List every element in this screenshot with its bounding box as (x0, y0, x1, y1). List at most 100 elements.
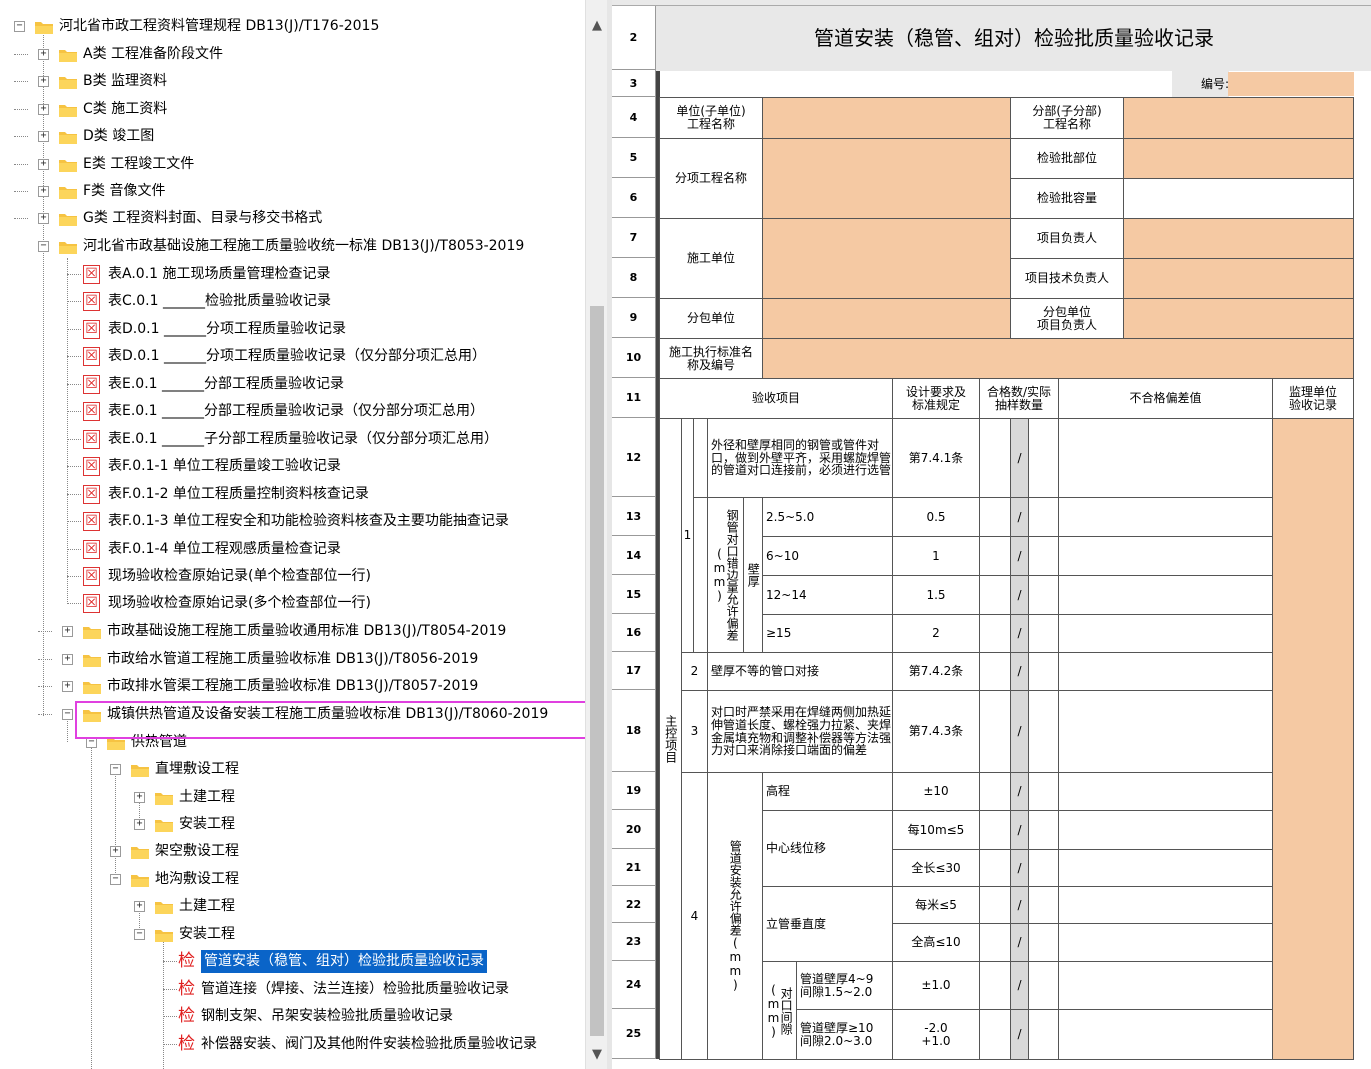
label-joint-gap[interactable]: 对口间隙(mm) (762, 961, 797, 1060)
label-exec-standard[interactable]: 施工执行标准名 称及编号 (659, 338, 763, 379)
gap-spec[interactable]: 管道壁厚≥10 间隙2.0~3.0 (796, 1009, 893, 1060)
tolerance-value[interactable]: 全长≤30 (892, 849, 980, 887)
wall-range[interactable]: 12~14 (762, 575, 893, 615)
spreadsheet-view[interactable]: 2 3 4 5 6 7 8 9 10 11 12 13 14 15 16 17 18 19 20 21 22 23 24 25… (612, 0, 1371, 1069)
tree-node-check-record[interactable]: 检补偿器安装、阀门及其他附件安装检验批质量验收记录 (0, 1031, 585, 1058)
tree-node-heating-pipes[interactable]: − 供热管道 (0, 729, 585, 756)
row-number[interactable]: 25 (612, 1009, 656, 1059)
sample-input[interactable] (1028, 961, 1059, 1010)
expand-toggle-icon[interactable]: + (38, 49, 49, 60)
input-subitem-name[interactable] (762, 138, 1011, 219)
sample-input[interactable] (979, 1009, 1011, 1060)
tree-node-form[interactable]: ☒ 表F.0.1-4 单位工程观感质量检查记录 (0, 536, 585, 563)
label-wall[interactable]: 壁厚 (743, 497, 763, 653)
row-number[interactable]: 23 (612, 923, 656, 961)
item-description[interactable]: 对口时严禁采用在焊缝两侧加热延伸管道长度、螺栓强力拉紧、夹焊金属填充物和调整补偿… (707, 690, 893, 773)
label-subcontractor[interactable]: 分包单位 (659, 298, 763, 339)
tree-node-trench-install[interactable]: − 安装工程 (0, 921, 585, 948)
tree-node-trench[interactable]: − 地沟敷设工程 (0, 866, 585, 893)
tree-node-form[interactable]: ☒ 表E.0.1 ______分部工程质量验收记录（仅分部分项汇总用） (0, 398, 585, 425)
input-tech-manager[interactable] (1123, 258, 1354, 299)
sample-input[interactable] (1028, 575, 1059, 615)
item-description[interactable]: 外径和壁厚相同的钢管或管件对口，做到外壁平齐，采用螺旋焊管的管道对口连接前，必须… (707, 418, 893, 498)
tree-node-trench-civil[interactable]: + 土建工程 (0, 893, 585, 920)
deviation-input[interactable] (1058, 652, 1273, 691)
row-number[interactable]: 19 (612, 772, 656, 810)
row-number[interactable]: 15 (612, 575, 656, 614)
label-division-name[interactable]: 分部(子分部) 工程名称 (1010, 97, 1124, 139)
form-title[interactable]: 管道安装（稳管、组对）检验批质量验收记录 (656, 6, 1371, 71)
collapse-toggle-icon[interactable]: − (38, 241, 49, 252)
expand-toggle-icon[interactable]: + (62, 626, 73, 637)
sample-input[interactable] (1028, 536, 1059, 576)
tree-node-standard[interactable]: + 市政给水管道工程施工质量验收标准 DB13(J)/T8056-2019 (0, 646, 585, 673)
wall-range[interactable]: 6~10 (762, 536, 893, 576)
sample-slash[interactable]: / (1010, 575, 1029, 615)
tree-node-root[interactable]: − 河北省市政工程资料管理规程 DB13(J)/T176-2015 (0, 13, 585, 40)
input-project-manager[interactable] (1123, 218, 1354, 259)
row-number[interactable]: 10 (612, 338, 656, 378)
tree-node-category[interactable]: + B类 监理资料 (0, 68, 585, 95)
tree-node-category[interactable]: + D类 竣工图 (0, 123, 585, 150)
expand-toggle-icon[interactable]: + (38, 213, 49, 225)
label-sub-manager[interactable]: 分包单位 项目负责人 (1010, 298, 1124, 339)
sample-input[interactable] (979, 652, 1011, 691)
supervisor-record[interactable] (1272, 418, 1354, 1060)
sample-input[interactable] (979, 418, 1011, 498)
deviation-input[interactable] (1058, 1009, 1273, 1060)
header-sample-count[interactable]: 合格数/实际 抽样数量 (979, 378, 1059, 419)
label-centerline[interactable]: 中心线位移 (762, 810, 893, 887)
sample-input[interactable] (1028, 886, 1059, 924)
tree-node-form[interactable]: ☒ 表D.0.1 ______分项工程质量验收记录（仅分部分项汇总用） (0, 343, 585, 370)
sample-slash[interactable]: / (1010, 886, 1029, 924)
sample-slash[interactable]: / (1010, 418, 1029, 498)
deviation-input[interactable] (1058, 575, 1273, 615)
input-batch-location[interactable] (1123, 138, 1354, 179)
sample-slash[interactable]: / (1010, 1009, 1029, 1060)
tolerance-value[interactable]: 全高≤10 (892, 923, 980, 962)
tree-node-check-record[interactable]: 检钢制支架、吊架安装检验批质量验收记录 (0, 1003, 585, 1030)
sample-input[interactable] (1028, 614, 1059, 653)
sample-input[interactable] (1028, 923, 1059, 962)
deviation-input[interactable] (1058, 497, 1273, 537)
label-batch-location[interactable]: 检验批部位 (1010, 138, 1124, 179)
sample-input[interactable] (1028, 497, 1059, 537)
sample-slash[interactable]: / (1010, 923, 1029, 962)
sample-input[interactable] (1028, 849, 1059, 887)
deviation-input[interactable] (1058, 772, 1273, 811)
blank-cell[interactable] (693, 497, 708, 653)
tree-node-form[interactable]: ☒ 现场验收检查原始记录(单个检查部位一行) (0, 563, 585, 590)
label-subitem-name[interactable]: 分项工程名称 (659, 138, 763, 219)
sample-input[interactable] (1028, 418, 1059, 498)
deviation-input[interactable] (1058, 536, 1273, 576)
expand-toggle-icon[interactable]: + (134, 819, 145, 830)
sample-input[interactable] (979, 849, 1011, 887)
sample-input[interactable] (979, 886, 1011, 924)
sample-slash[interactable]: / (1010, 810, 1029, 850)
tree-node-standard[interactable]: + 市政排水管渠工程施工质量验收标准 DB13(J)/T8057-2019 (0, 673, 585, 700)
expand-toggle-icon[interactable]: + (134, 901, 145, 912)
tree-node-form[interactable]: ☒ 表C.0.1 ______检验批质量验收记录 (0, 288, 585, 315)
item-requirement[interactable]: 第7.4.3条 (892, 690, 980, 773)
item-description[interactable]: 壁厚不等的管口对接 (707, 652, 893, 691)
header-supervisor[interactable]: 监理单位 验收记录 (1272, 378, 1354, 419)
deviation-input[interactable] (1058, 961, 1273, 1010)
label-verticality[interactable]: 立管垂直度 (762, 886, 893, 962)
tree-node-category[interactable]: + F类 音像文件 (0, 178, 585, 205)
input-sub-manager[interactable] (1123, 298, 1354, 339)
expand-toggle-icon[interactable]: + (38, 186, 49, 197)
row-number[interactable]: 17 (612, 652, 656, 690)
tree-node-check-record[interactable]: 检管道安装（稳管、组对）检验批质量验收记录 (0, 948, 585, 975)
sample-input[interactable] (1028, 1009, 1059, 1060)
tree-node-category[interactable]: + A类 工程准备阶段文件 (0, 41, 585, 68)
tree-scrollbar[interactable]: ▲ ▼ (585, 0, 607, 1069)
document-tree[interactable]: − 河北省市政工程资料管理规程 DB13(J)/T176-2015 + A类 工程… (0, 0, 585, 1069)
tolerance-value[interactable]: 1 (892, 536, 980, 576)
sample-input[interactable] (979, 614, 1011, 653)
label-main-control[interactable]: 主控项目 (659, 418, 682, 1060)
tree-node-category[interactable]: + C类 施工资料 (0, 96, 585, 123)
expand-toggle-icon[interactable]: + (38, 103, 49, 115)
row-number[interactable]: 6 (612, 178, 656, 218)
number-label[interactable]: 编号: (1172, 70, 1229, 98)
label-contractor[interactable]: 施工单位 (659, 218, 763, 299)
